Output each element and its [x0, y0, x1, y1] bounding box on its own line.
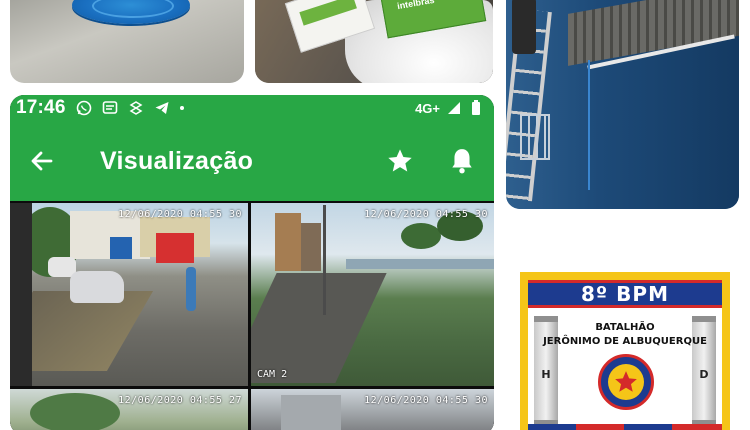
collage-page: 17:46 4G+ [0, 0, 750, 430]
camera-label: CAM 2 [257, 369, 288, 380]
camera-timestamp: 12/06/2020 04:55 30 [118, 209, 242, 220]
network-type: 4G+ [415, 100, 440, 116]
phone-screenshot: 17:46 4G+ Visualização 12/06/2020 04:55 … [10, 95, 494, 430]
status-right: 4G+ [415, 100, 484, 116]
camera-timestamp: 12/06/2020 04:55 27 [118, 395, 242, 406]
camera-feed-3[interactable]: 12/06/2020 04:55 27 [10, 389, 248, 430]
parked-car [70, 271, 124, 303]
notification-dot [179, 106, 184, 110]
battery-icon [468, 100, 484, 116]
notifications-button[interactable] [440, 139, 484, 183]
camera-timestamp: 12/06/2020 04:55 30 [364, 209, 488, 220]
camera-feed-4[interactable]: 12/06/2020 04:55 30 [251, 389, 494, 430]
battalion-badge: 8º BPM H D BATALHÃO JERÔNIMO DE ALBUQUER… [520, 272, 730, 430]
technician [512, 0, 536, 54]
camera-grid: 12/06/2020 04:55 30 12/06/2020 04:55 30 … [10, 201, 494, 430]
pedestrian [186, 267, 196, 311]
status-time: 17:46 [16, 97, 66, 118]
sync-icon [128, 100, 144, 116]
telegram-icon [154, 100, 170, 116]
status-bar: 17:46 4G+ [10, 95, 494, 121]
camera-boxes-photo [255, 0, 493, 83]
badge-line-2: JERÔNIMO DE ALBUQUERQUE [543, 336, 707, 347]
camera-timestamp: 12/06/2020 04:55 30 [364, 395, 488, 406]
favorite-button[interactable] [378, 139, 422, 183]
badge-line-1: BATALHÃO [595, 322, 655, 333]
app-bar: Visualização [10, 121, 494, 201]
badge-title: 8º BPM [581, 282, 669, 306]
notification-icons [76, 100, 184, 116]
camera-feed-2[interactable]: 12/06/2020 04:55 30 CAM 2 [251, 203, 494, 386]
installation-photo [506, 0, 739, 209]
window-grille [520, 114, 550, 160]
pillar-letter-right: D [699, 368, 709, 381]
star-icon [388, 149, 412, 172]
installed-cable [588, 60, 590, 190]
message-icon [102, 100, 118, 116]
pillar-letter-left: H [541, 368, 551, 381]
app-actions [378, 139, 484, 183]
whatsapp-icon [76, 100, 92, 116]
star-emblem-icon [598, 354, 654, 410]
signal-icon [446, 100, 462, 116]
blue-cable-coil [72, 0, 190, 24]
star-icon [615, 371, 637, 392]
cable-coil-photo [10, 0, 244, 83]
page-title: Visualização [100, 146, 254, 175]
bell-icon [452, 149, 472, 174]
back-button[interactable] [14, 133, 70, 189]
arrow-left-icon [31, 151, 53, 171]
badge-body: H D BATALHÃO JERÔNIMO DE ALBUQUERQUE [528, 308, 722, 430]
camera-feed-1[interactable]: 12/06/2020 04:55 30 [10, 203, 248, 386]
badge-header: 8º BPM [528, 280, 722, 308]
